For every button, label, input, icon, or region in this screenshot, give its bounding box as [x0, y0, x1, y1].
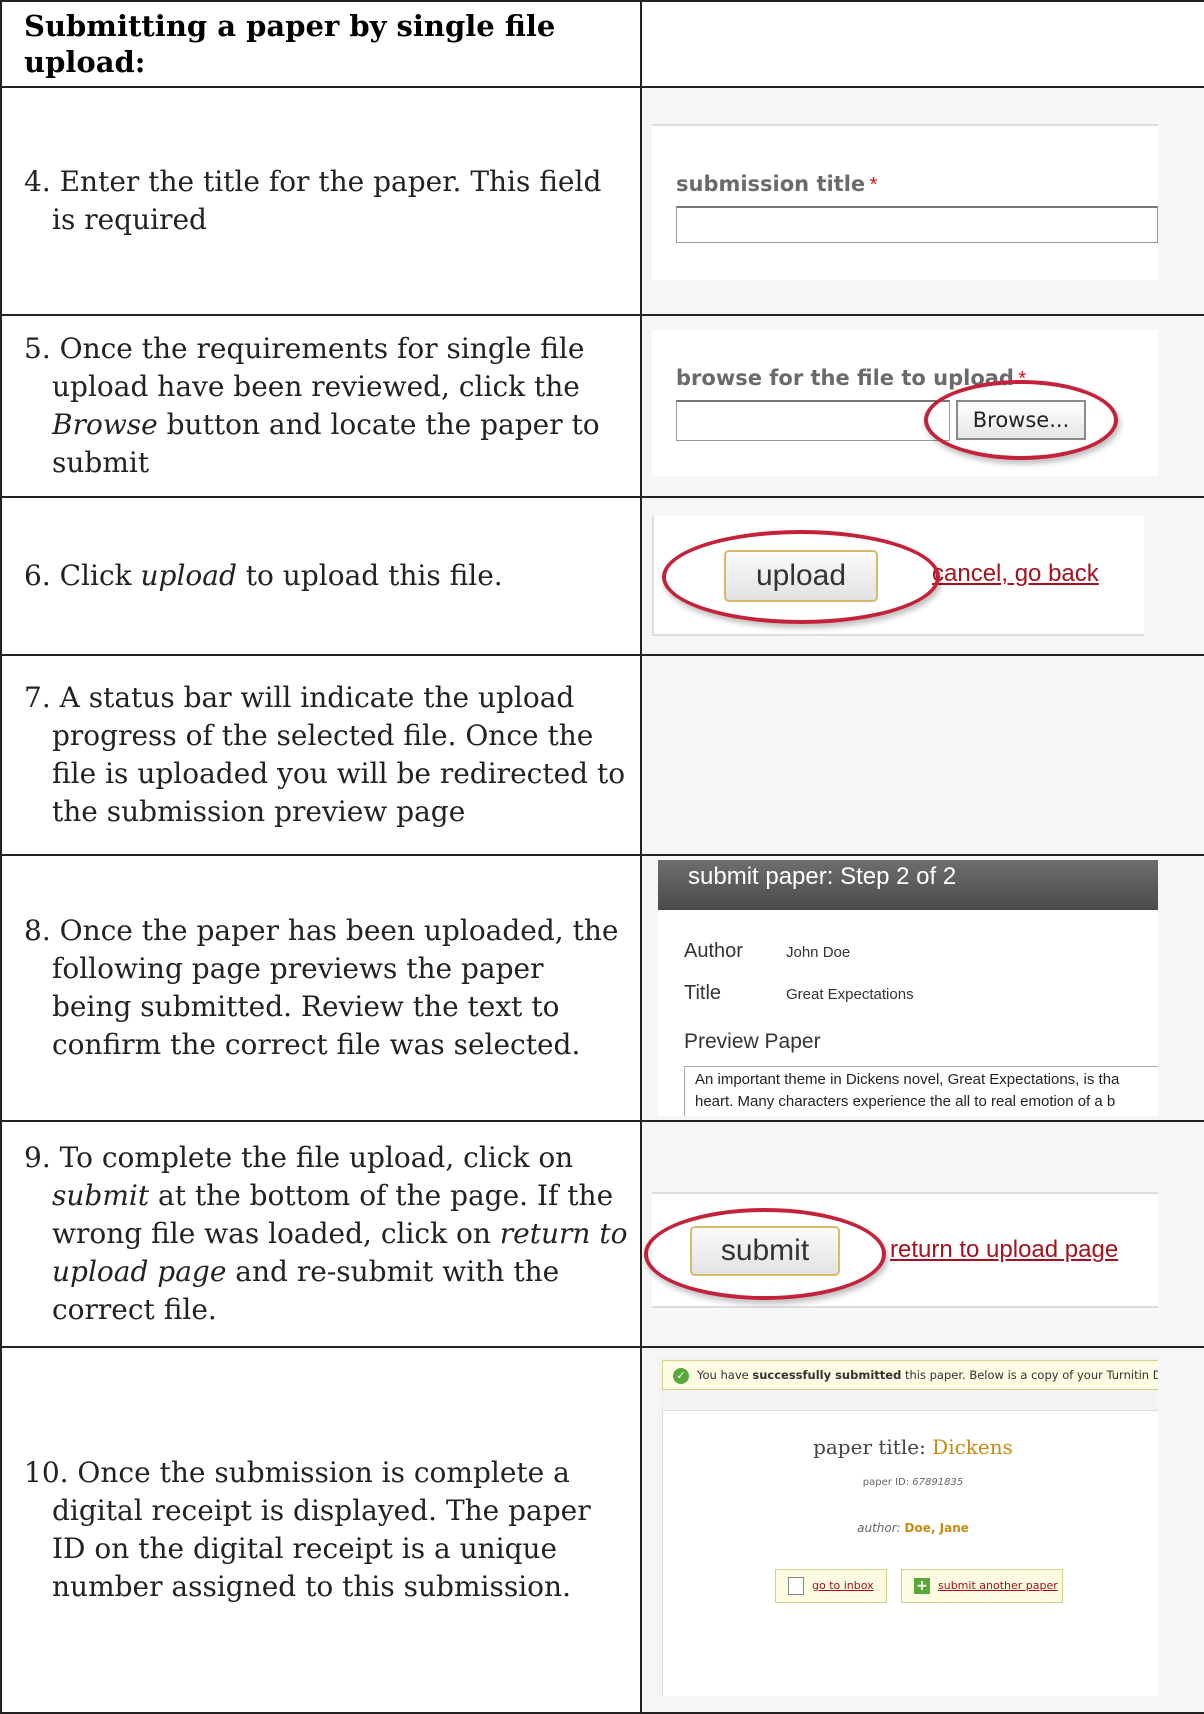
- author-value: Doe, Jane: [904, 1521, 969, 1535]
- submission-title-label: submission title: [676, 172, 866, 196]
- author-value: John Doe: [786, 944, 851, 961]
- step-10-text: 10. Once the submission is complete a di…: [24, 1456, 591, 1603]
- go-to-inbox-button[interactable]: go to inbox: [775, 1569, 887, 1603]
- step-row-6: 6. Click upload to upload this file. upl…: [0, 496, 1204, 656]
- preview-panel: submit paper: Step 2 of 2 Author John Do…: [658, 860, 1158, 1116]
- required-mark: *: [869, 174, 878, 196]
- table-header-row: Submitting a paper by single file upload…: [0, 0, 1204, 88]
- inbox-icon: [788, 1577, 804, 1595]
- step-row-10: 10. Once the submission is complete a di…: [0, 1346, 1204, 1714]
- screenshot-upload: upload cancel, go back: [640, 496, 1204, 656]
- step-7-text: 7. A status bar will indicate the upload…: [24, 681, 626, 828]
- screenshot-browse: browse for the file to upload * Browse..…: [640, 314, 1204, 498]
- receipt-panel: ✓ You have successfully submitted this pa…: [658, 1356, 1158, 1696]
- plus-icon: +: [914, 1578, 930, 1594]
- paper-title-label: paper title:: [813, 1435, 926, 1459]
- preview-header: submit paper: Step 2 of 2: [658, 860, 1158, 910]
- highlight-circle: [924, 380, 1118, 460]
- file-path-input[interactable]: [676, 400, 950, 441]
- paper-id-value: 67891835: [912, 1477, 964, 1488]
- author-label: Author: [684, 940, 743, 962]
- screenshot-receipt: ✓ You have successfully submitted this pa…: [640, 1346, 1204, 1714]
- screenshot-submit: submit return to upload page: [640, 1120, 1204, 1348]
- screenshot-preview: submit paper: Step 2 of 2 Author John Do…: [640, 854, 1204, 1122]
- submit-another-paper-button[interactable]: + submit another paper: [901, 1569, 1063, 1603]
- section-title: Submitting a paper by single file upload…: [24, 9, 556, 79]
- title-label: Title: [684, 982, 722, 1004]
- title-field-panel: submission title *: [652, 124, 1158, 280]
- preview-text-box[interactable]: An important theme in Dickens novel, Gre…: [684, 1066, 1158, 1116]
- step-row-8: 8. Once the paper has been uploaded, the…: [0, 854, 1204, 1122]
- submission-title-input[interactable]: [676, 206, 1158, 243]
- highlight-circle: [644, 1208, 886, 1300]
- step-5-text: 5. Once the requirements for single file…: [24, 332, 600, 479]
- instructions-table: Submitting a paper by single file upload…: [0, 0, 1204, 1714]
- step-9-text: 9. To complete the file upload, click on…: [24, 1141, 628, 1326]
- step-8-text: 8. Once the paper has been uploaded, the…: [24, 914, 619, 1061]
- browse-panel: browse for the file to upload * Browse..…: [652, 330, 1158, 476]
- step-row-4: 4. Enter the title for the paper. This f…: [0, 86, 1204, 316]
- step-row-9: 9. To complete the file upload, click on…: [0, 1120, 1204, 1348]
- screenshot-title-field: submission title *: [640, 86, 1204, 316]
- step-6-text: 6. Click upload to upload this file.: [24, 559, 503, 592]
- browse-label: browse for the file to upload: [676, 366, 1014, 390]
- receipt-card: paper title: Dickens paper ID: 67891835 …: [662, 1410, 1158, 1696]
- highlight-circle: [662, 530, 940, 624]
- step-4-text: 4. Enter the title for the paper. This f…: [24, 165, 602, 236]
- preview-paper-label: Preview Paper: [684, 1030, 821, 1053]
- return-to-upload-link[interactable]: return to upload page: [890, 1236, 1118, 1264]
- success-banner: ✓ You have successfully submitted this pa…: [662, 1360, 1158, 1390]
- step-row-7: 7. A status bar will indicate the upload…: [0, 654, 1204, 856]
- cancel-go-back-link[interactable]: cancel, go back: [932, 560, 1099, 588]
- check-icon: ✓: [673, 1367, 689, 1384]
- upload-panel: upload cancel, go back: [652, 516, 1144, 636]
- submit-panel: submit return to upload page: [644, 1142, 1158, 1330]
- paper-title-value: Dickens: [932, 1435, 1013, 1459]
- document-page: Submitting a paper by single file upload…: [0, 0, 1204, 1714]
- title-value: Great Expectations: [786, 986, 914, 1003]
- step-row-5: 5. Once the requirements for single file…: [0, 314, 1204, 498]
